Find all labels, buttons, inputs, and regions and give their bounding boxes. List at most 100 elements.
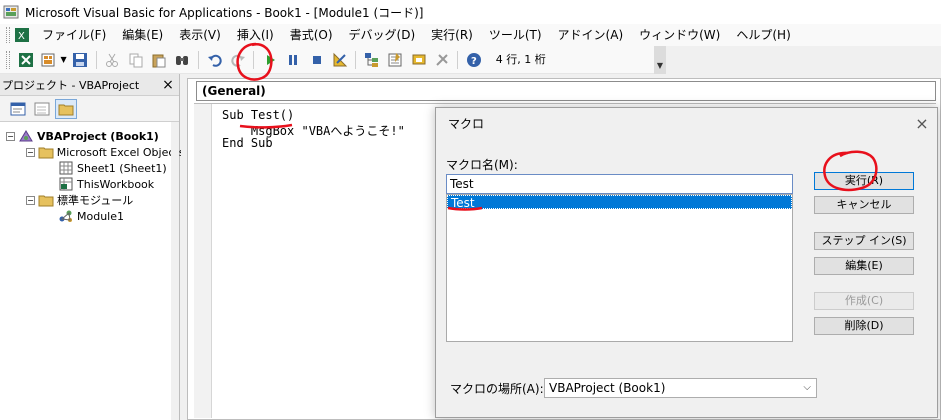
macro-name-input[interactable]: Test bbox=[446, 174, 793, 194]
object-browser-icon bbox=[412, 54, 426, 64]
toolbox-button[interactable] bbox=[431, 49, 452, 71]
view-excel-button[interactable] bbox=[15, 49, 36, 71]
tree-node-vbaproject[interactable]: − VBAProject (Book1) bbox=[0, 128, 179, 144]
play-icon bbox=[267, 54, 276, 65]
toolbar-options-chevron[interactable]: ▼ bbox=[654, 46, 666, 74]
collapse-icon[interactable]: − bbox=[26, 195, 35, 205]
menu-debug[interactable]: デバッグ(D) bbox=[341, 24, 424, 46]
menu-insert[interactable]: 挿入(I) bbox=[229, 24, 282, 46]
tree-node-standard-modules[interactable]: − 標準モジュール bbox=[0, 192, 179, 208]
project-explorer-button[interactable] bbox=[361, 49, 382, 71]
help-button[interactable]: ? bbox=[463, 49, 484, 71]
svg-text:X: X bbox=[18, 31, 25, 42]
redo-button[interactable] bbox=[227, 49, 248, 71]
scissors-icon bbox=[106, 53, 119, 67]
tree-node-sheet1[interactable]: Sheet1 (Sheet1) bbox=[0, 160, 179, 176]
code-line-1[interactable]: Sub Test() bbox=[222, 108, 294, 122]
properties-window-button[interactable] bbox=[385, 49, 406, 71]
dialog-close-button[interactable]: × bbox=[907, 108, 937, 138]
paste-button[interactable] bbox=[148, 49, 169, 71]
menu-format[interactable]: 書式(O) bbox=[282, 24, 341, 46]
tree-label-standard-modules: 標準モジュール bbox=[57, 194, 134, 207]
toggle-folders-button[interactable] bbox=[55, 98, 77, 119]
tree-label-vbaproject: VBAProject (Book1) bbox=[37, 129, 159, 143]
design-mode-button[interactable] bbox=[329, 49, 350, 71]
dropdown-arrow-icon[interactable]: ▼ bbox=[60, 55, 66, 64]
macro-list[interactable]: Test bbox=[446, 194, 793, 342]
toolbar-separator bbox=[95, 50, 97, 69]
ruler-pencil-icon bbox=[333, 52, 348, 66]
menu-addins[interactable]: アドイン(A) bbox=[550, 24, 632, 46]
properties-icon bbox=[388, 52, 402, 66]
cut-button[interactable] bbox=[102, 49, 123, 71]
stop-icon bbox=[312, 55, 321, 64]
reset-button[interactable] bbox=[306, 49, 327, 71]
macro-list-item[interactable]: Test bbox=[447, 195, 792, 210]
excel-icon[interactable]: X bbox=[14, 27, 30, 43]
menu-view[interactable]: 表示(V) bbox=[171, 24, 229, 46]
view-object-button[interactable] bbox=[31, 99, 53, 119]
tree-node-thisworkbook[interactable]: ThisWorkbook bbox=[0, 176, 179, 192]
project-pane-scrollbar[interactable] bbox=[171, 122, 179, 420]
macro-location-select[interactable]: VBAProject (Book1) ⌵ bbox=[544, 378, 817, 398]
menu-tools[interactable]: ツール(T) bbox=[481, 24, 550, 46]
userform-icon bbox=[41, 53, 55, 66]
macro-location-label: マクロの場所(A): bbox=[450, 382, 544, 396]
edit-button[interactable]: 編集(E) bbox=[814, 257, 914, 275]
redo-icon bbox=[231, 54, 245, 67]
project-explorer-title: プロジェクト - VBAProject bbox=[2, 78, 140, 92]
toolbar-separator bbox=[457, 50, 459, 69]
project-explorer-header: プロジェクト - VBAProject × bbox=[0, 74, 179, 96]
margin-indicator-bar[interactable] bbox=[194, 104, 212, 418]
folder-icon bbox=[38, 193, 54, 207]
project-close-button[interactable]: × bbox=[159, 76, 177, 94]
standard-toolbar: ▼ ? 4 行, 1 桁 ▼ bbox=[0, 46, 666, 74]
help-icon: ? bbox=[467, 52, 482, 67]
view-code-button[interactable] bbox=[7, 99, 29, 119]
tree-label-sheet1: Sheet1 (Sheet1) bbox=[77, 161, 167, 175]
delete-button[interactable]: 削除(D) bbox=[814, 317, 914, 335]
collapse-icon[interactable]: − bbox=[6, 131, 15, 141]
object-combo[interactable]: (General) bbox=[196, 81, 936, 101]
folder-icon bbox=[58, 104, 74, 115]
run-button[interactable]: 実行(R) bbox=[814, 172, 914, 190]
menu-help[interactable]: ヘルプ(H) bbox=[728, 24, 798, 46]
toolbar-grip[interactable] bbox=[6, 50, 10, 69]
chevron-down-icon[interactable]: ⌵ bbox=[803, 379, 811, 397]
menu-edit[interactable]: 編集(E) bbox=[114, 24, 171, 46]
tree-node-module1[interactable]: Module1 bbox=[0, 208, 179, 224]
menu-file[interactable]: ファイル(F) bbox=[34, 24, 114, 46]
macro-location-value: VBAProject (Book1) bbox=[549, 381, 666, 395]
break-button[interactable] bbox=[283, 49, 304, 71]
vba-app-icon bbox=[3, 5, 19, 19]
menu-bar: X ファイル(F) 編集(E) 表示(V) 挿入(I) 書式(O) デバッグ(D… bbox=[0, 24, 941, 46]
object-browser-button[interactable] bbox=[408, 49, 429, 71]
toolbar-separator bbox=[355, 50, 357, 69]
project-explorer-toolbar bbox=[0, 96, 179, 122]
code-line-3[interactable]: End Sub bbox=[222, 136, 273, 150]
pause-icon bbox=[289, 54, 298, 65]
worksheet-icon bbox=[58, 161, 74, 175]
undo-button[interactable] bbox=[204, 49, 225, 71]
insert-userform-button[interactable] bbox=[38, 49, 59, 71]
copy-button[interactable] bbox=[125, 49, 146, 71]
menu-window[interactable]: ウィンドウ(W) bbox=[631, 24, 728, 46]
menubar-grip[interactable] bbox=[6, 27, 10, 43]
project-explorer-icon bbox=[365, 52, 379, 67]
run-button[interactable] bbox=[259, 49, 280, 71]
save-button[interactable] bbox=[70, 49, 91, 71]
cancel-button[interactable]: キャンセル bbox=[814, 196, 914, 214]
project-explorer-pane: プロジェクト - VBAProject × − VBAProject (Book… bbox=[0, 74, 184, 420]
macro-dialog: マクロ × マクロ名(M): Test Test 実行(R) キャンセル ステッ… bbox=[435, 107, 938, 418]
find-button[interactable] bbox=[172, 49, 193, 71]
vbaproject-icon bbox=[18, 129, 34, 143]
collapse-icon[interactable]: − bbox=[26, 147, 35, 157]
binoculars-icon bbox=[176, 55, 189, 65]
view-object-icon bbox=[34, 102, 50, 115]
step-into-button[interactable]: ステップ イン(S) bbox=[814, 232, 914, 250]
menu-run[interactable]: 実行(R) bbox=[423, 24, 481, 46]
tree-node-excel-objects[interactable]: − Microsoft Excel Objects bbox=[0, 144, 184, 160]
window-title: Microsoft Visual Basic for Applications … bbox=[25, 5, 424, 20]
create-button[interactable]: 作成(C) bbox=[814, 292, 914, 310]
folder-icon bbox=[38, 145, 54, 159]
